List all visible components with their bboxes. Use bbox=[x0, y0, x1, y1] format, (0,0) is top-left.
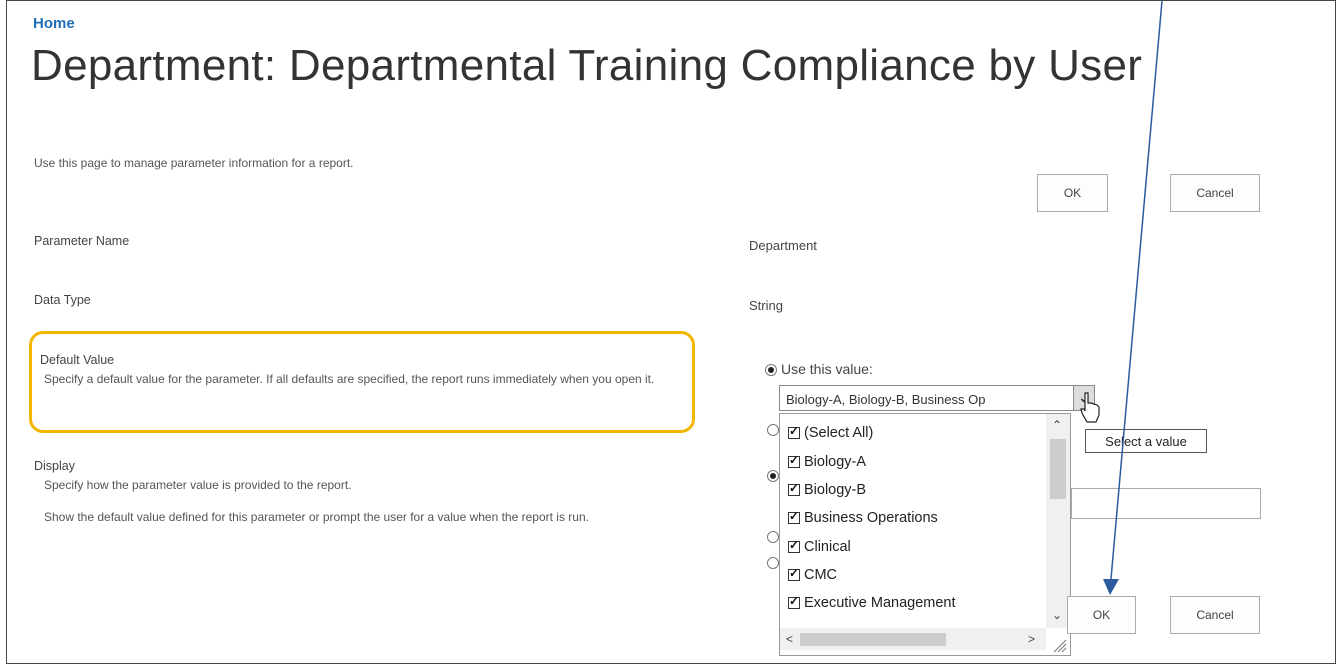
annotation-arrow bbox=[1103, 1, 1163, 595]
report-parameter-page: Home Department: Departmental Training C… bbox=[6, 0, 1336, 664]
